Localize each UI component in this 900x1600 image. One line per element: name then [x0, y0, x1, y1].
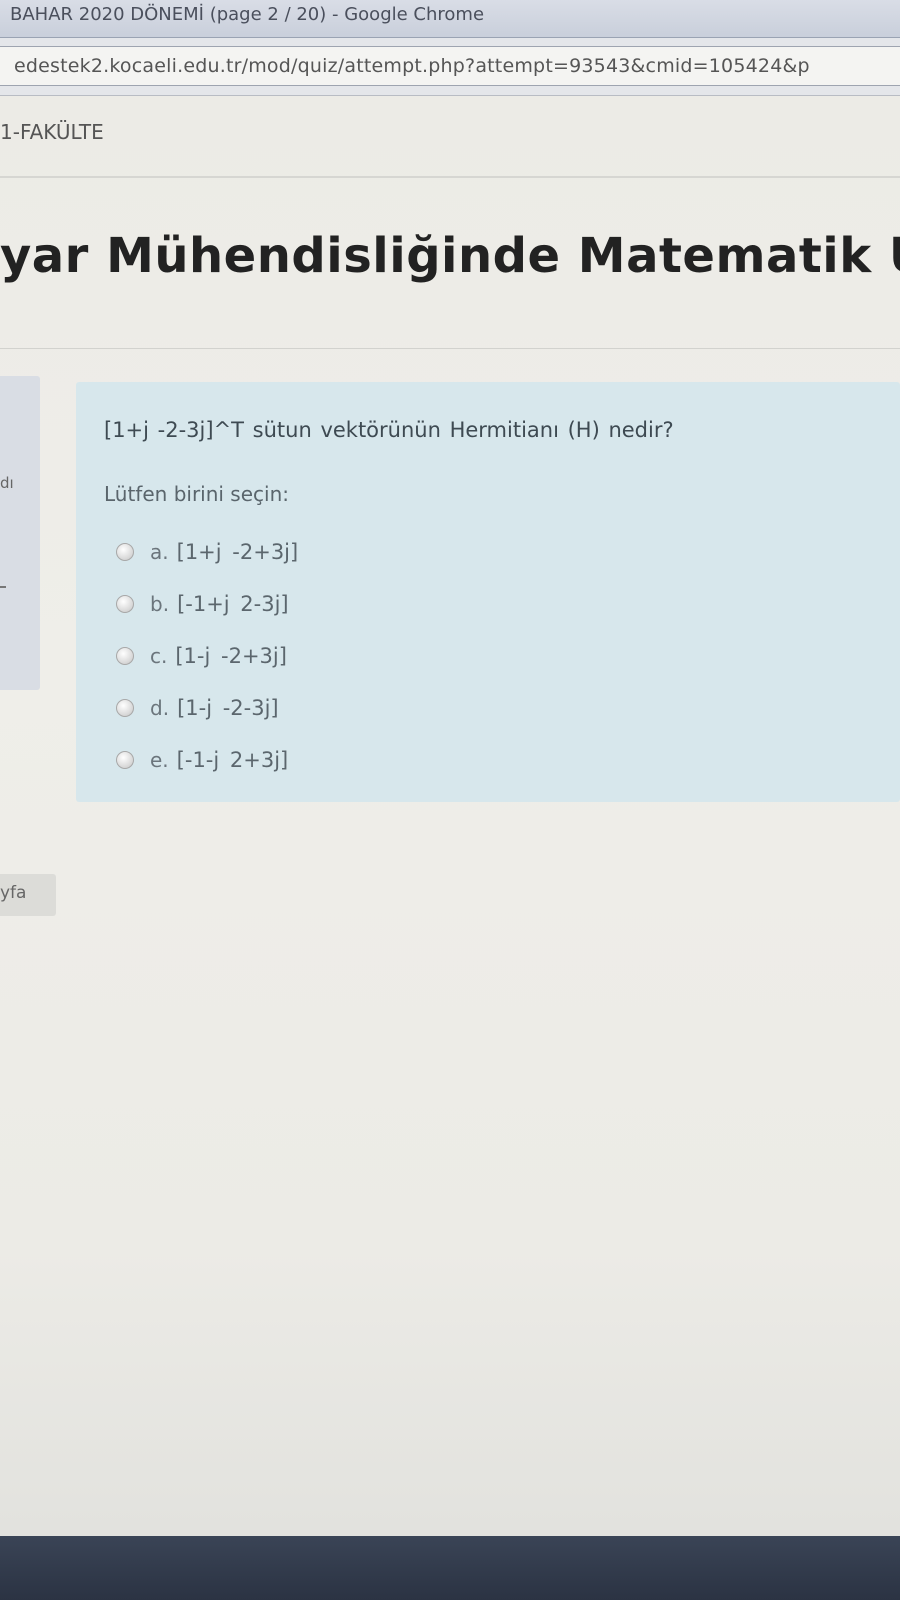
answer-letter: d. — [150, 696, 170, 720]
answer-text[interactable]: [1-j -2-3j] — [177, 696, 279, 720]
url-text[interactable]: edestek2.kocaeli.edu.tr/mod/quiz/attempt… — [14, 55, 810, 77]
page-content: 1-FAKÜLTE yar Mühendisliğinde Matematik … — [0, 96, 900, 1536]
browser-title-bar: BAHAR 2020 DÖNEMİ (page 2 / 20) - Google… — [0, 0, 900, 38]
divider — [0, 176, 900, 178]
radio-button[interactable] — [116, 751, 134, 769]
course-title: yar Mühendisliğinde Matematik U — [0, 228, 900, 284]
divider — [0, 348, 900, 349]
os-taskbar — [0, 1536, 900, 1600]
answer-option-c[interactable]: c. [1-j -2+3j] — [116, 630, 298, 682]
address-bar[interactable]: edestek2.kocaeli.edu.tr/mod/quiz/attempt… — [0, 46, 900, 86]
answer-text[interactable]: [-1+j 2-3j] — [177, 592, 289, 616]
browser-toolbar: edestek2.kocaeli.edu.tr/mod/quiz/attempt… — [0, 38, 900, 96]
answer-letter: c. — [150, 644, 168, 668]
radio-button[interactable] — [116, 699, 134, 717]
answer-letter: a. — [150, 540, 169, 564]
question-text: [1+j -2-3j]^T sütun vektörünün Hermitian… — [104, 418, 674, 442]
page-nav-button[interactable]: yfa — [0, 874, 56, 916]
answer-text[interactable]: [1+j -2+3j] — [177, 540, 299, 564]
answer-prompt: Lütfen birini seçin: — [104, 482, 289, 506]
answer-list: a. [1+j -2+3j] b. [-1+j 2-3j] c. [1-j -2… — [116, 526, 298, 786]
radio-button[interactable] — [116, 543, 134, 561]
answer-option-e[interactable]: e. [-1-j 2+3j] — [116, 734, 298, 786]
question-info-mark — [0, 586, 6, 588]
answer-option-a[interactable]: a. [1+j -2+3j] — [116, 526, 298, 578]
answer-letter: b. — [150, 592, 170, 616]
question-panel: [1+j -2-3j]^T sütun vektörünün Hermitian… — [76, 382, 900, 802]
answer-text[interactable]: [1-j -2+3j] — [175, 644, 287, 668]
window-title: BAHAR 2020 DÖNEMİ (page 2 / 20) - Google… — [10, 4, 485, 25]
page-nav-label[interactable]: yfa — [0, 883, 26, 903]
answer-option-b[interactable]: b. [-1+j 2-3j] — [116, 578, 298, 630]
answer-letter: e. — [150, 748, 169, 772]
question-info-label: dı — [0, 474, 14, 492]
breadcrumb[interactable]: 1-FAKÜLTE — [0, 120, 104, 144]
radio-button[interactable] — [116, 595, 134, 613]
answer-text[interactable]: [-1-j 2+3j] — [177, 748, 289, 772]
answer-option-d[interactable]: d. [1-j -2-3j] — [116, 682, 298, 734]
radio-button[interactable] — [116, 647, 134, 665]
question-info-panel — [0, 376, 40, 690]
